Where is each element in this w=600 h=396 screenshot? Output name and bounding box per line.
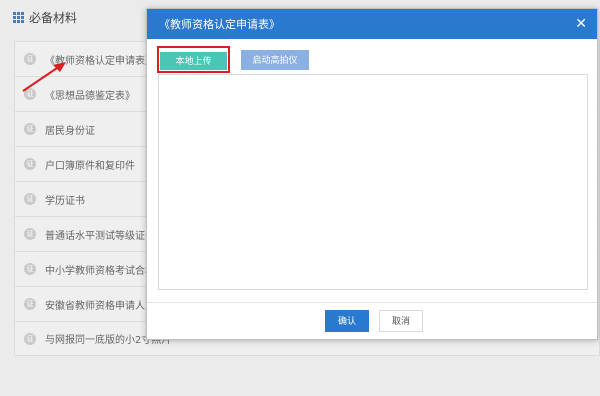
confirm-button[interactable]: 确认 xyxy=(325,310,369,332)
certificate-icon: 证 xyxy=(24,263,36,275)
certificate-icon: 证 xyxy=(24,123,36,135)
close-icon[interactable]: ✕ xyxy=(575,17,587,31)
start-camera-button[interactable]: 启动高拍仪 xyxy=(241,49,309,70)
material-label: 学历证书 xyxy=(45,195,85,207)
cancel-button[interactable]: 取消 xyxy=(379,310,423,332)
annotation-arrow-icon xyxy=(22,62,66,92)
material-label: 户口簿原件和复印件 xyxy=(45,160,135,172)
material-label: 普通话水平测试等级证书 xyxy=(45,230,155,242)
certificate-icon: 证 xyxy=(24,228,36,240)
certificate-icon: 证 xyxy=(24,298,36,310)
dialog-title: 《教师资格认定申请表》 xyxy=(159,18,280,31)
upload-dialog: 《教师资格认定申请表》 ✕ 本地上传 启动高拍仪 确认 取消 xyxy=(146,8,598,340)
certificate-icon: 证 xyxy=(24,332,36,345)
material-label: 居民身份证 xyxy=(45,125,95,137)
certificate-icon: 证 xyxy=(24,193,36,205)
certificate-icon: 证 xyxy=(24,158,36,170)
dialog-header: 《教师资格认定申请表》 ✕ xyxy=(147,9,597,39)
upload-preview-area[interactable] xyxy=(158,74,588,290)
grid-icon xyxy=(13,11,24,23)
section-title: 必备材料 xyxy=(29,10,78,25)
dialog-toolbar: 本地上传 启动高拍仪 xyxy=(157,46,309,73)
footer-divider xyxy=(147,302,597,303)
upload-highlight-box: 本地上传 xyxy=(157,46,230,73)
local-upload-button[interactable]: 本地上传 xyxy=(160,52,227,70)
